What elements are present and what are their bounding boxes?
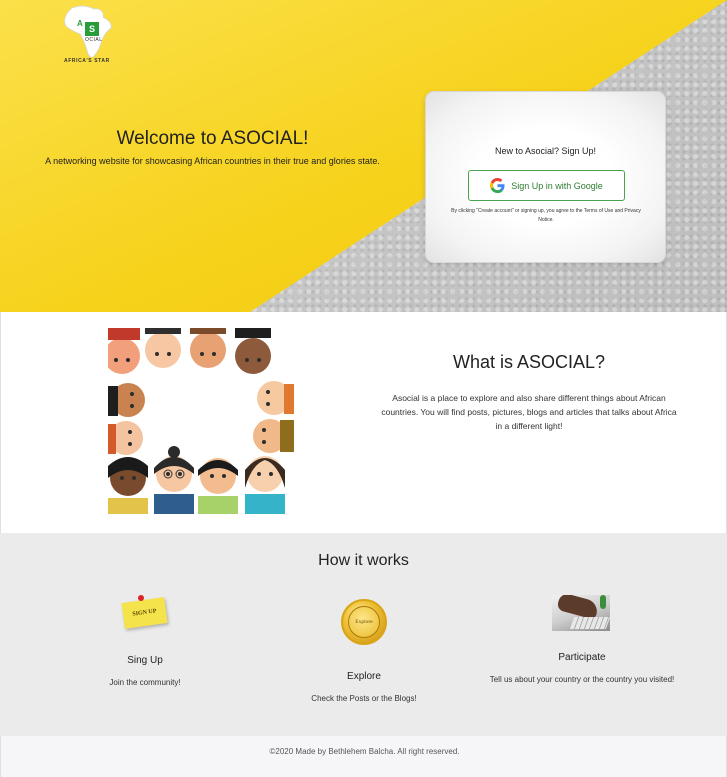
about-section: What is ASOCIAL? Asocial is a place to e…	[0, 312, 727, 533]
sign-up-sticky-note-icon: SIGN UP	[121, 597, 168, 629]
asocial-logo[interactable]: A S OCIAL AFRICA'S STAR	[58, 4, 118, 66]
terms-notice: By clicking "Create account" or signing …	[451, 208, 641, 223]
hero-section: A S OCIAL AFRICA'S STAR Welcome to ASOCI…	[0, 0, 727, 312]
logo-subtext: OCIAL	[85, 37, 103, 43]
hero-subtitle: A networking website for showcasing Afri…	[45, 156, 380, 166]
step-desc: Join the community!	[109, 678, 181, 687]
logo-tagline: AFRICA'S STAR	[64, 58, 110, 64]
about-title: What is ASOCIAL?	[452, 352, 606, 372]
hero-title: Welcome to ASOCIAL!	[116, 128, 309, 149]
diverse-faces-illustration	[108, 328, 294, 514]
logo-letter-s: S	[85, 22, 99, 36]
explore-gold-badge-icon: Explore	[341, 599, 387, 645]
google-signup-button[interactable]: Sign Up in with Google	[468, 170, 625, 201]
step-explore: Explore Check the Posts or the Blogs!	[294, 671, 434, 706]
step-title: Explore	[347, 671, 381, 682]
step-sign-up: Sing Up Join the community!	[85, 655, 205, 690]
google-g-icon	[490, 178, 505, 193]
step-participate: Participate Tell us about your country o…	[486, 652, 678, 687]
pushpin-icon	[138, 595, 144, 601]
explore-badge-text: Explore	[355, 619, 373, 625]
signup-card-title: New to Asocial? Sign Up!	[494, 146, 597, 156]
step-desc: Check the Posts or the Blogs!	[311, 694, 417, 703]
welcome-block: Welcome to ASOCIAL! A networking website…	[0, 128, 425, 166]
signup-card: New to Asocial? Sign Up! Sign Up in with…	[425, 91, 666, 263]
how-it-works-title: How it works	[318, 552, 409, 569]
logo-letter-a: A	[77, 19, 83, 28]
about-description: Asocial is a place to explore and also s…	[381, 393, 677, 431]
footer: ©2020 Made by Bethlehem Balcha. All righ…	[0, 736, 727, 777]
step-desc: Tell us about your country or the countr…	[489, 675, 675, 684]
step-title: Sing Up	[127, 655, 163, 666]
footer-copyright: ©2020 Made by Bethlehem Balcha. All righ…	[269, 747, 460, 756]
typing-hands-photo	[552, 595, 610, 631]
how-it-works-section: How it works SIGN UP Sing Up Join the co…	[0, 533, 727, 736]
google-button-label: Sign Up in with Google	[511, 180, 603, 191]
step-title: Participate	[558, 652, 606, 663]
sign-up-note-text: SIGN UP	[132, 608, 157, 618]
